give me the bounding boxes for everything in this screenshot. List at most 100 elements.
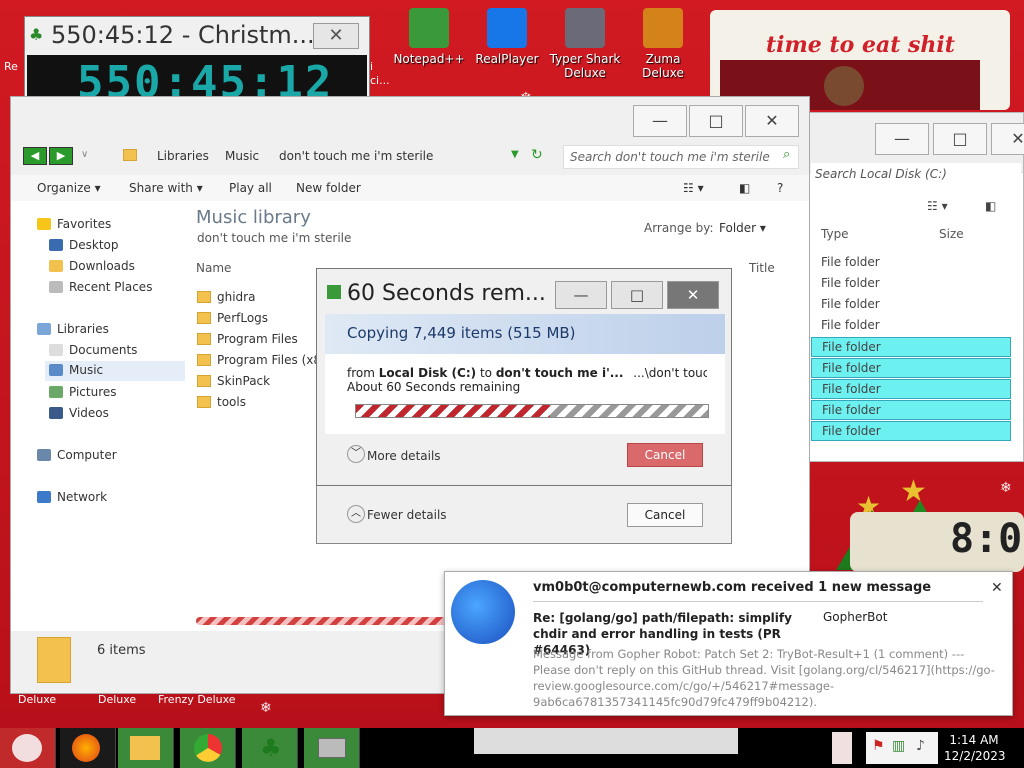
chevron-down-icon[interactable]: ﹀ [347,445,365,463]
nav-desktop[interactable]: Desktop [49,238,119,252]
share-with-label: Share with [129,181,193,195]
table-row[interactable]: File folder [811,295,1011,315]
close-button[interactable]: ✕ [745,105,799,137]
breadcrumb-music[interactable]: Music [225,149,259,163]
close-button[interactable]: ✕ [313,23,359,49]
taskbar-explorer[interactable] [118,728,174,768]
minimize-button[interactable]: — [875,123,929,155]
view-options-icon[interactable]: ☷ ▾ [927,199,948,213]
recent-pages-dropdown[interactable]: ∨ [81,149,88,160]
tree-icon: ♣ [29,25,44,44]
list-item[interactable]: Program Files [197,332,298,346]
network-icon[interactable]: ▥ [892,738,905,754]
more-details-link[interactable]: More details [367,449,441,463]
desktop-icon-notepad[interactable]: Notepad++ [390,8,468,66]
breadcrumb-folder[interactable]: don't touch me i'm sterile [279,149,433,163]
chevron-up-icon[interactable]: ︿ [347,505,365,523]
table-row[interactable]: File folder [811,421,1011,441]
maximize-button[interactable]: □ [689,105,743,137]
breadcrumb-libraries[interactable]: Libraries [157,149,209,163]
nav-computer[interactable]: Computer [37,448,117,462]
banner-text: time to eat shit [766,32,955,58]
list-item[interactable]: Program Files (x86) [197,353,333,367]
minimize-button[interactable]: — [555,281,607,309]
play-all-button[interactable]: Play all [229,181,272,195]
column-header-size[interactable]: Size [939,227,964,241]
search-input[interactable]: Search don't touch me i'm sterile [563,145,799,169]
preview-pane-icon[interactable]: ◧ [739,181,750,195]
desktop-icon-typer-shark[interactable]: Typer Shark Deluxe [546,8,624,80]
table-row[interactable]: File folder [811,274,1011,294]
message-preview[interactable]: Message from Gopher Robot: Patch Set 2: … [533,646,1003,710]
zuma-icon [643,8,683,48]
desktop-icon-zuma[interactable]: Zuma Deluxe [624,8,702,80]
column-header-type[interactable]: Type [821,227,849,241]
preview-pane-icon[interactable]: ◧ [985,199,996,213]
table-row[interactable]: File folder [811,316,1011,336]
fewer-details-link[interactable]: Fewer details [367,508,447,522]
search-icon[interactable]: ⌕ [783,147,790,162]
nav-label: Computer [57,448,117,462]
desktop-icon-label: RealPlayer [475,52,539,66]
table-row[interactable]: File folder [811,358,1011,378]
list-item[interactable]: PerfLogs [197,311,268,325]
nav-pictures[interactable]: Pictures [49,385,117,399]
minimize-button[interactable]: — [633,105,687,137]
desktop-icon-realplayer[interactable]: RealPlayer [468,8,546,66]
destination-path: ...\don't touch me i'm [633,366,707,380]
nav-favorites[interactable]: Favorites [37,217,111,231]
countdown-window[interactable]: ♣ 550:45:12 - Christm... ✕ 550:45:12 [24,16,370,100]
arrange-by-dropdown[interactable]: Folder ▾ [719,221,766,235]
mail-notification[interactable]: vm0b0t@computernewb.com received 1 new m… [444,571,1013,716]
back-button[interactable]: ◀ [23,147,47,165]
maximize-button[interactable]: □ [933,123,987,155]
nav-documents[interactable]: Documents [49,343,137,357]
table-row[interactable]: File folder [811,253,1011,273]
local-disk-window[interactable]: — □ ✕ Search Local Disk (C:) ☷ ▾ ◧ Type … [808,112,1024,462]
table-row[interactable]: File folder [811,400,1011,420]
item-name: tools [217,395,246,409]
nav-downloads[interactable]: Downloads [49,259,135,273]
action-center-icon[interactable]: ⚑ [872,738,885,754]
share-with-button[interactable]: Share with ▾ [129,181,203,195]
cancel-button[interactable]: Cancel [627,443,703,467]
new-folder-button[interactable]: New folder [296,181,361,195]
start-button[interactable] [0,728,56,768]
taskbar-firefox[interactable] [60,728,116,768]
taskbar-app[interactable] [304,728,360,768]
list-item[interactable]: SkinPack [197,374,270,388]
cancel-button[interactable]: Cancel [627,503,703,527]
close-button[interactable]: ✕ [991,123,1024,155]
column-header-name[interactable]: Name [196,261,231,275]
tray-flag[interactable] [832,732,852,764]
address-dropdown-icon[interactable]: ▼ [511,149,519,160]
system-clock[interactable]: 1:14 AM 12/2/2023 [944,732,1006,764]
taskbar-chrome[interactable] [180,728,236,768]
list-item[interactable]: tools [197,395,246,409]
taskbar-christmas[interactable]: ♣ [242,728,298,768]
forward-button[interactable]: ▶ [49,147,73,165]
system-tray[interactable]: ⚑ ▥ ♪ [866,732,938,764]
volume-icon[interactable]: ♪ [916,738,925,754]
organize-button[interactable]: Organize ▾ [37,181,101,195]
table-row[interactable]: File folder [811,337,1011,357]
help-icon[interactable]: ? [777,181,783,195]
destination-link[interactable]: don't touch me i'... [496,366,624,380]
column-header-title[interactable]: Title [749,261,775,275]
source-link[interactable]: Local Disk (C:) [379,366,476,380]
list-item[interactable]: ghidra [197,290,255,304]
copy-progress-dialog[interactable]: 60 Seconds rem... — □ ✕ Copying 7,449 it… [316,268,732,486]
maximize-button[interactable]: □ [611,281,663,309]
nav-music[interactable]: Music [45,361,185,381]
close-icon[interactable]: ✕ [991,580,1003,596]
refresh-icon[interactable]: ↻ [531,147,543,163]
nav-videos[interactable]: Videos [49,406,109,420]
desktop-icon-label: Notepad++ [393,52,465,66]
nav-network[interactable]: Network [37,490,107,504]
table-row[interactable]: File folder [811,379,1011,399]
nav-recent-places[interactable]: Recent Places [49,280,152,294]
view-options-icon[interactable]: ☷ ▾ [683,181,704,195]
close-button[interactable]: ✕ [667,281,719,309]
nav-libraries[interactable]: Libraries [37,322,109,336]
search-input[interactable]: Search Local Disk (C:) [811,163,1021,187]
